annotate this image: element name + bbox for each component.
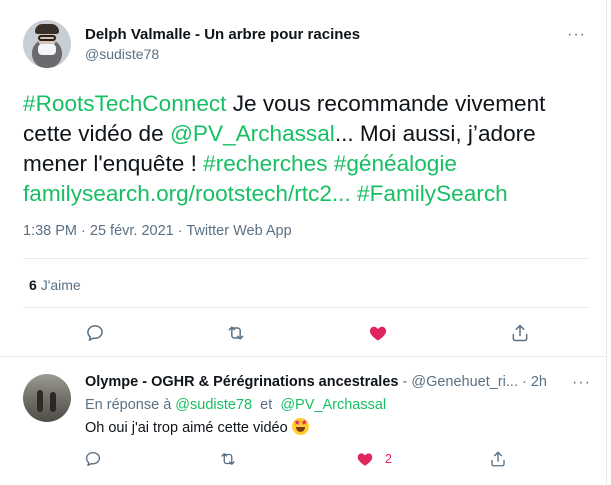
- reply-time[interactable]: · 2h: [518, 374, 547, 390]
- avatar-glasses: [38, 35, 56, 41]
- reply-author-line: Olympe - OGHR & Pérégrinations ancestral…: [85, 374, 547, 390]
- reply-author-avatar[interactable]: [23, 374, 71, 422]
- reply-actions: [0, 449, 606, 469]
- reply-text-content: Oh oui j'ai trop aimé cette vidéo: [85, 420, 288, 436]
- hashtag-recherches[interactable]: #recherches: [203, 151, 327, 176]
- in-reply-prefix: En réponse à: [85, 397, 176, 413]
- avatar-figure-left: [37, 390, 43, 412]
- tweet-actions: [0, 322, 606, 346]
- hashtag-familysearch[interactable]: #FamilySearch: [357, 181, 508, 206]
- divider-top: [23, 258, 590, 259]
- reply-share-icon[interactable]: [488, 449, 508, 469]
- likes-count: 6: [29, 277, 37, 293]
- avatar-hair: [35, 24, 59, 34]
- in-reply-to: En réponse à @sudiste78 et @PV_Archassal: [85, 397, 386, 413]
- reply-icon[interactable]: [84, 322, 106, 344]
- in-reply-mention-sudiste78[interactable]: @sudiste78: [175, 397, 252, 413]
- star-struck-emoji: [291, 418, 309, 435]
- divider-reply: [0, 356, 606, 357]
- retweet-icon[interactable]: [225, 322, 247, 344]
- reply-reply-icon[interactable]: [83, 449, 103, 469]
- hashtag-rootstechconnect[interactable]: #RootsTechConnect: [23, 91, 226, 116]
- divider-middle: [23, 307, 590, 308]
- reply-like-icon[interactable]: [355, 449, 375, 469]
- frame-border: [606, 0, 607, 485]
- avatar-figure-right: [50, 392, 56, 412]
- likes-label: J'aime: [40, 277, 81, 293]
- in-reply-mention-pv-archassal[interactable]: @PV_Archassal: [280, 397, 386, 413]
- reply-more-icon[interactable]: ···: [572, 374, 591, 392]
- mention-pv-archassal[interactable]: @PV_Archassal: [170, 121, 335, 146]
- reply-text: Oh oui j'ai trop aimé cette vidéo: [85, 418, 309, 436]
- avatar-mask: [38, 44, 56, 55]
- reply-retweet-icon[interactable]: [217, 449, 239, 469]
- link-familysearch[interactable]: familysearch.org/rootstech/rtc2...: [23, 181, 351, 206]
- author-handle[interactable]: @sudiste78: [85, 46, 159, 62]
- like-icon[interactable]: [367, 322, 389, 344]
- share-icon[interactable]: [509, 322, 531, 344]
- in-reply-and: et: [252, 397, 281, 413]
- reply-author-name[interactable]: Olympe - OGHR & Pérégrinations ancestral…: [85, 374, 398, 390]
- likes-summary[interactable]: 6 J'aime: [29, 277, 81, 293]
- tweet-text: #RootsTechConnect Je vous recommande viv…: [23, 89, 583, 209]
- reply-like-count: 2: [385, 452, 392, 466]
- author-name[interactable]: Delph Valmalle - Un arbre pour racines: [85, 26, 360, 43]
- author-avatar[interactable]: [23, 20, 71, 68]
- tweet-timestamp[interactable]: 1:38 PM · 25 févr. 2021 · Twitter Web Ap…: [23, 223, 292, 239]
- more-icon[interactable]: ···: [567, 26, 586, 44]
- reply-author-handle[interactable]: - @Genehuet_ri...: [398, 374, 517, 390]
- hashtag-genealogie[interactable]: #généalogie: [334, 151, 457, 176]
